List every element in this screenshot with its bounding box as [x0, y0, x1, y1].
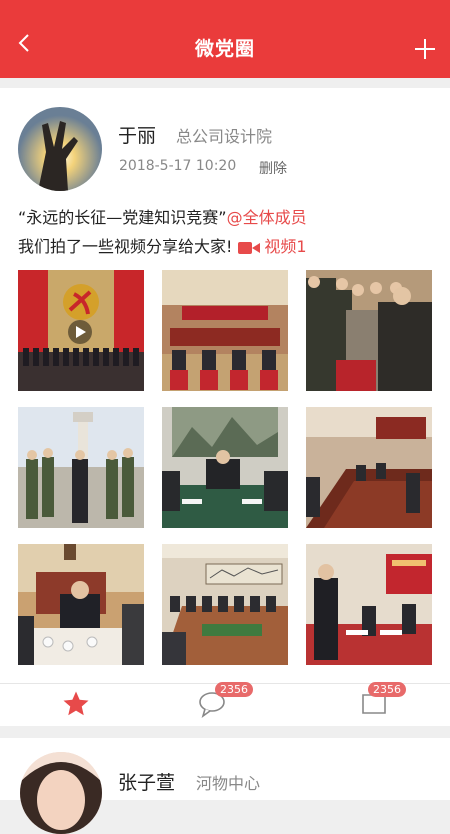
app-header: 微党圈 — [0, 0, 450, 78]
post-text: “永远的长征—党建知识竞赛” — [18, 208, 227, 227]
photo-office-meeting[interactable] — [18, 544, 144, 665]
comment-button[interactable]: 2356 — [197, 682, 253, 719]
photo-grid — [18, 270, 432, 666]
share-button[interactable]: 2356 — [360, 682, 406, 719]
photo-soldiers-walk[interactable] — [18, 407, 144, 528]
avatar-2[interactable] — [20, 752, 102, 834]
author-department-2: 河物中心 — [196, 774, 261, 793]
author-department: 总公司设计院 — [176, 127, 273, 146]
post-text-line2: 我们拍了一些视频分享给大家! 视频1 — [18, 233, 307, 257]
post-text: 我们拍了一些视频分享给大家! — [18, 237, 233, 256]
photo-party-emblem-stage[interactable] — [18, 270, 144, 391]
video-camera-icon — [238, 242, 261, 254]
photo-large-meeting[interactable] — [162, 544, 288, 665]
delete-button[interactable]: 删除 — [259, 158, 287, 178]
author-name-2[interactable]: 张子萱 — [118, 768, 175, 795]
photo-meeting-table[interactable] — [162, 407, 288, 528]
star-icon[interactable] — [61, 689, 91, 719]
share-count-badge: 2356 — [368, 682, 406, 697]
comment-count-badge: 2356 — [215, 682, 253, 697]
video-link[interactable]: 视频1 — [264, 237, 306, 256]
photo-conference-room[interactable] — [306, 407, 432, 528]
page-title: 微党圈 — [194, 38, 255, 60]
post-card: 于丽 总公司设计院 2018-5-17 10:20 删除 “永远的长征—党建知识… — [0, 88, 450, 726]
post-text-line1: “永远的长征—党建知识竞赛”@全体成员 — [18, 204, 307, 228]
plus-icon[interactable] — [414, 38, 436, 60]
action-bar: 2356 2356 — [0, 682, 450, 726]
mention-link[interactable]: @全体成员 — [227, 208, 307, 227]
photo-handshake[interactable] — [306, 270, 432, 391]
author-name[interactable]: 于丽 — [118, 121, 156, 148]
photo-meeting-hall[interactable] — [162, 270, 288, 391]
post-card-2: 张子萱 河物中心 — [0, 738, 450, 834]
photo-signing-ceremony[interactable] — [306, 544, 432, 665]
post-time: 2018-5-17 10:20 — [119, 158, 237, 174]
avatar[interactable] — [18, 107, 102, 191]
